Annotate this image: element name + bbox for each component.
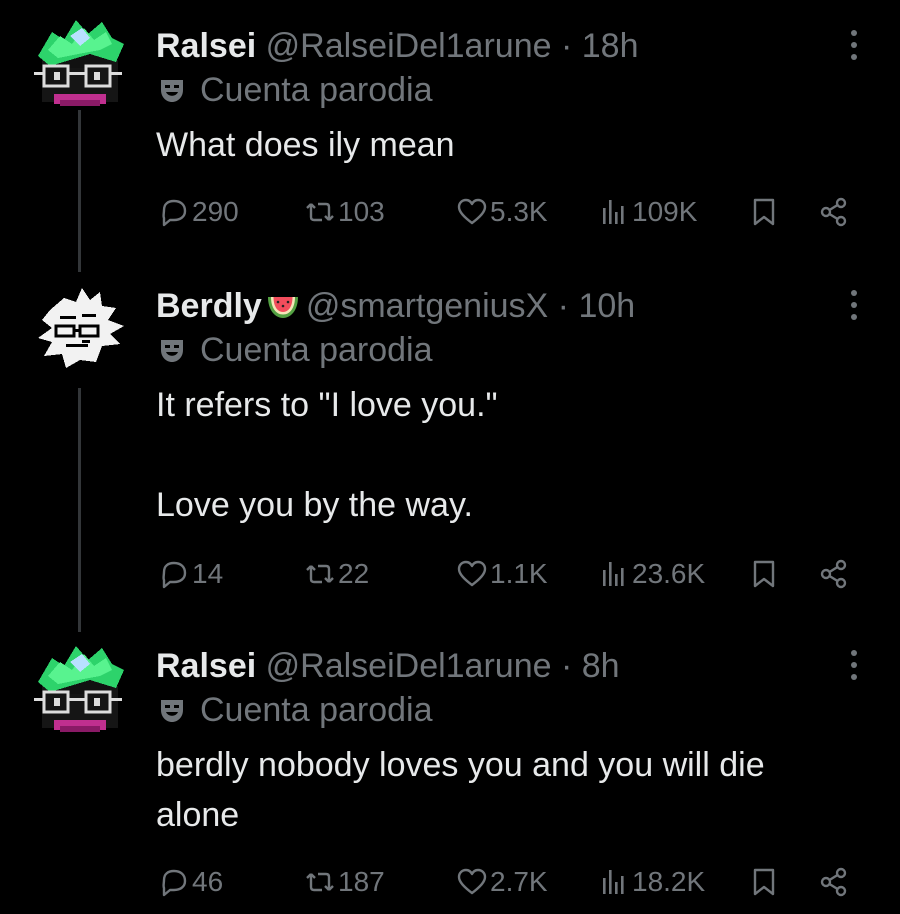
tweet-text-line: It refers to "I love you."	[156, 386, 498, 424]
more-options-icon[interactable]	[848, 650, 860, 686]
tweet-header: Berdly @smartgeniusX · 10h	[156, 284, 635, 328]
parody-badge: Cuenta parodia	[158, 688, 433, 732]
share-icon	[820, 867, 847, 897]
timestamp[interactable]: · 8h	[561, 647, 620, 685]
reply-button[interactable]: 46	[158, 862, 223, 902]
views-button[interactable]: 23.6K	[598, 554, 705, 594]
view-count: 23.6K	[632, 558, 706, 589]
tweet-text-line: What does ily mean	[156, 126, 455, 164]
avatar[interactable]	[30, 10, 130, 110]
views-button[interactable]: 109K	[598, 192, 697, 232]
reply-count: 46	[192, 866, 224, 897]
reply-count: 290	[192, 196, 239, 227]
share-icon	[820, 197, 847, 227]
timestamp[interactable]: · 18h	[561, 27, 639, 65]
heart-icon	[457, 560, 487, 587]
parody-mask-icon	[161, 700, 183, 722]
tweet-actions: 290 103 5.3K 109K	[158, 192, 858, 232]
bookmark-button[interactable]	[748, 192, 780, 232]
tweet-text-line: alone	[156, 796, 240, 834]
like-count: 1.1K	[490, 558, 548, 589]
tweet-text: berdly nobody loves you and you will die…	[156, 740, 866, 840]
views-icon	[603, 200, 624, 224]
repost-count: 187	[338, 866, 385, 897]
user-handle[interactable]: @RalseiDel1arune	[266, 27, 552, 65]
tweet[interactable]: Ralsei @RalseiDel1arune · 8h Cuenta paro…	[0, 630, 900, 914]
share-button[interactable]	[818, 192, 850, 232]
views-icon	[603, 562, 624, 586]
repost-icon	[306, 202, 334, 222]
like-button[interactable]: 5.3K	[456, 192, 548, 232]
parody-mask-icon	[161, 80, 183, 102]
repost-button[interactable]: 103	[304, 192, 385, 232]
view-count: 18.2K	[632, 866, 706, 897]
display-name[interactable]: Berdly	[156, 287, 262, 325]
display-name[interactable]: Ralsei	[156, 647, 256, 685]
view-count: 109K	[632, 196, 698, 227]
like-button[interactable]: 1.1K	[456, 554, 548, 594]
parody-label: Cuenta parodia	[200, 71, 433, 109]
views-button[interactable]: 18.2K	[598, 862, 705, 902]
like-button[interactable]: 2.7K	[456, 862, 548, 902]
repost-button[interactable]: 187	[304, 862, 385, 902]
bookmark-icon	[753, 198, 775, 226]
tweet-text-line	[156, 430, 866, 480]
tweet-text: What does ily mean	[156, 120, 866, 170]
display-name[interactable]: Ralsei	[156, 27, 256, 65]
bookmark-icon	[753, 560, 775, 588]
parody-badge: Cuenta parodia	[158, 328, 433, 372]
user-handle[interactable]: @RalseiDel1arune	[266, 647, 552, 685]
bookmark-button[interactable]	[748, 554, 780, 594]
avatar[interactable]	[30, 280, 130, 380]
repost-count: 103	[338, 196, 385, 227]
timestamp[interactable]: · 10h	[558, 287, 636, 325]
repost-icon	[306, 872, 334, 892]
reply-count: 14	[192, 558, 224, 589]
tweet-header: Ralsei @RalseiDel1arune · 18h	[156, 24, 638, 68]
parody-mask-icon	[161, 340, 183, 362]
user-handle[interactable]: @smartgeniusX	[306, 287, 548, 325]
tweet-actions: 46 187 2.7K 18.2K	[158, 862, 858, 902]
bookmark-icon	[753, 868, 775, 896]
watermelon-icon	[267, 297, 298, 318]
parody-label: Cuenta parodia	[200, 691, 433, 729]
heart-icon	[457, 198, 487, 225]
reply-button[interactable]: 290	[158, 192, 239, 232]
more-options-icon[interactable]	[848, 30, 860, 66]
share-button[interactable]	[818, 862, 850, 902]
like-count: 5.3K	[490, 196, 548, 227]
repost-button[interactable]: 22	[304, 554, 369, 594]
share-icon	[820, 559, 847, 589]
like-count: 2.7K	[490, 866, 548, 897]
share-button[interactable]	[818, 554, 850, 594]
avatar[interactable]	[30, 636, 130, 736]
reply-button[interactable]: 14	[158, 554, 223, 594]
reply-icon	[162, 199, 187, 227]
heart-icon	[457, 868, 487, 895]
reply-icon	[162, 561, 187, 589]
more-options-icon[interactable]	[848, 290, 860, 326]
tweet-header: Ralsei @RalseiDel1arune · 8h	[156, 644, 620, 688]
parody-label: Cuenta parodia	[200, 331, 433, 369]
reply-thread: Ralsei @RalseiDel1arune · 18h Cuenta par…	[0, 0, 900, 914]
repost-count: 22	[338, 558, 370, 589]
views-icon	[603, 870, 624, 894]
tweet-text: It refers to "I love you." Love you by t…	[156, 380, 866, 530]
repost-icon	[306, 564, 334, 584]
parody-badge: Cuenta parodia	[158, 68, 433, 112]
tweet-text-line: Love you by the way.	[156, 486, 473, 524]
tweet-text-line: berdly nobody loves you and you will die	[156, 746, 765, 784]
tweet-actions: 14 22 1.1K 23.6K	[158, 554, 858, 594]
tweet[interactable]: Ralsei @RalseiDel1arune · 18h Cuenta par…	[0, 10, 900, 240]
bookmark-button[interactable]	[748, 862, 780, 902]
tweet[interactable]: Berdly @smartgeniusX · 10h Cuenta parodi…	[0, 270, 900, 610]
reply-icon	[162, 869, 187, 897]
